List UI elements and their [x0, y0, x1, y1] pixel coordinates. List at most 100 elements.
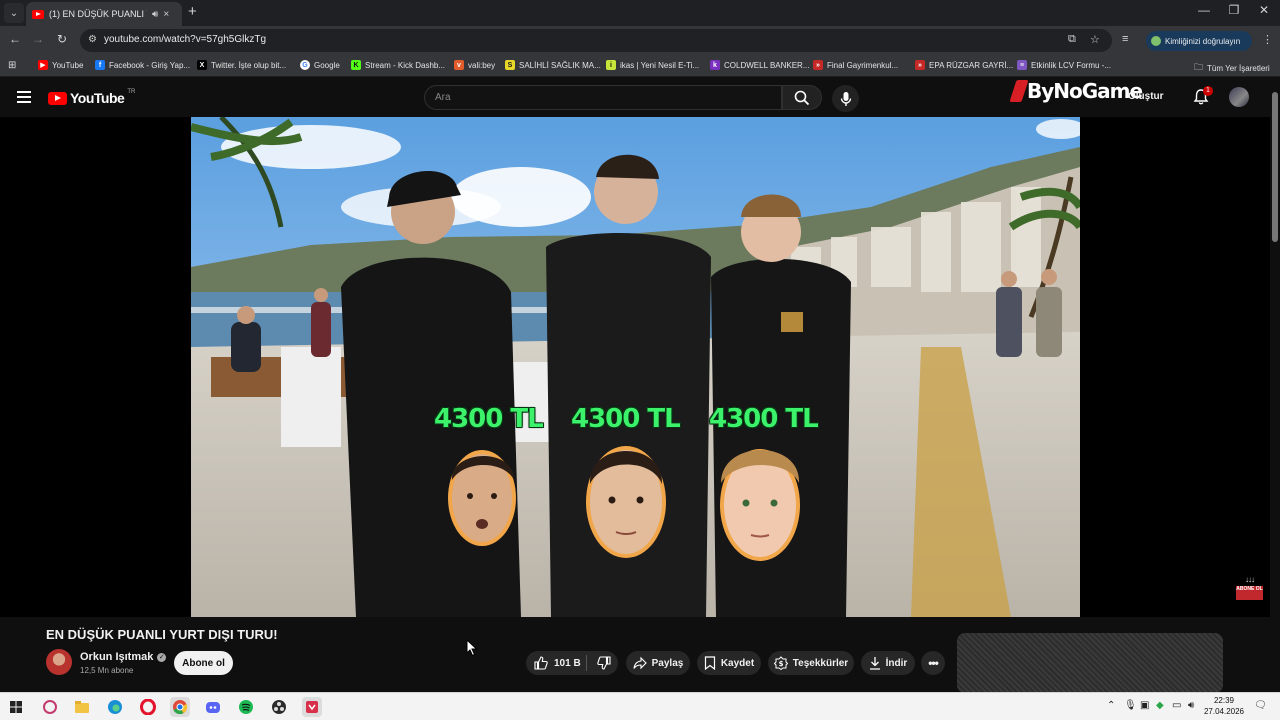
dislike-button[interactable]: [590, 651, 618, 675]
all-bookmarks-folder[interactable]: 🗀 Tüm Yer İşaretleri: [1194, 60, 1270, 76]
clock-date: 27.04.2026: [1203, 707, 1245, 716]
bookmark-favicon-icon: K: [351, 60, 361, 70]
bookmark-item[interactable]: G Google: [300, 60, 340, 70]
address-bar[interactable]: ⚙ youtube.com/watch?v=57gh5GlkzTg ⧉ ☆: [80, 29, 1112, 52]
restore-icon[interactable]: ❐: [1220, 3, 1248, 17]
bookmark-favicon-icon: X: [197, 60, 207, 70]
scrollbar-thumb[interactable]: [1272, 92, 1278, 242]
bookmark-item[interactable]: ≡ Etkinlik LCV Formu -...: [1017, 60, 1111, 70]
profile-icon: [1151, 36, 1161, 46]
address-url[interactable]: youtube.com/watch?v=57gh5GlkzTg: [104, 34, 266, 45]
bookmark-favicon-icon: »: [915, 60, 925, 70]
reload-icon[interactable]: ↻: [53, 32, 71, 46]
like-button[interactable]: 101 B: [534, 656, 581, 670]
volume-tray-icon[interactable]: 🔊︎: [1188, 700, 1194, 711]
bookmark-label: Etkinlik LCV Formu -...: [1031, 60, 1112, 70]
file-explorer-icon[interactable]: [72, 697, 92, 717]
windows-taskbar: ⌃ 🎙︎ ▣ ◆ ▭ 🔊︎ 22:39 27.04.2026 🗨︎: [0, 692, 1280, 720]
browser-menu-icon[interactable]: ⋮: [1262, 33, 1273, 46]
site-info-icon[interactable]: ⚙: [88, 34, 100, 46]
bookmark-item[interactable]: » EPA RÜZGAR GAYRİ...: [915, 60, 1013, 70]
snipping-tool-icon[interactable]: [302, 697, 322, 717]
chrome-browser-icon[interactable]: [170, 697, 190, 717]
security-tray-icon[interactable]: ◆: [1156, 700, 1164, 711]
microphone-icon: [840, 91, 851, 106]
download-label: İndir: [885, 657, 908, 669]
browser-tab-active[interactable]: (1) EN DÜŞÜK PUANLI YURT 🔊︎ ×: [26, 2, 182, 26]
bookmark-item[interactable]: X Twitter. İşte olup bit...: [197, 60, 286, 70]
bookmark-label: SALİHLİ SAĞLIK MA...: [519, 60, 601, 70]
video-frame[interactable]: [191, 117, 1080, 617]
tab-search-icon[interactable]: ⌄: [4, 3, 24, 23]
apps-grid-icon[interactable]: ⊞: [8, 60, 16, 71]
speaker-icon[interactable]: 🔊︎: [152, 9, 158, 20]
install-app-icon[interactable]: ⧉: [1068, 33, 1076, 46]
windows-start-icon[interactable]: [6, 697, 26, 717]
bookmark-item[interactable]: f Facebook - Giriş Yap...: [95, 60, 190, 70]
bynogame-logo-mark: [1009, 80, 1029, 102]
tab-close-icon[interactable]: ×: [163, 9, 169, 20]
voice-search-button[interactable]: [832, 85, 859, 112]
channel-avatar[interactable]: [46, 649, 72, 675]
bookmark-item[interactable]: S SALİHLİ SAĞLIK MA...: [505, 60, 601, 70]
bookmark-item[interactable]: i ikas | Yeni Nesil E-Ti...: [606, 60, 699, 70]
bookmark-favicon-icon: »: [813, 60, 823, 70]
price-label-middle: 4300 TL: [571, 404, 681, 434]
display-tray-icon[interactable]: ▣: [1140, 700, 1149, 711]
bookmark-star-icon[interactable]: ☆: [1090, 33, 1100, 46]
notification-center-icon[interactable]: 🗨︎: [1254, 700, 1267, 711]
network-tray-icon[interactable]: ▭: [1172, 700, 1181, 711]
bookmark-label: YouTube: [52, 60, 84, 70]
search-button[interactable]: [782, 85, 822, 110]
subscribe-button[interactable]: Abone ol: [174, 651, 233, 675]
like-divider: [586, 655, 587, 671]
new-tab-button[interactable]: +: [188, 4, 197, 20]
bookmark-item[interactable]: K Stream - Kick Dashb...: [351, 60, 445, 70]
channel-name[interactable]: Orkun Işıtmak: [80, 651, 153, 663]
download-button[interactable]: İndir: [861, 651, 915, 675]
thumbs-up-icon: [534, 656, 548, 670]
spotify-app-icon[interactable]: [236, 697, 256, 717]
save-button[interactable]: Kaydet: [697, 651, 761, 675]
opera-browser-icon[interactable]: [138, 697, 158, 717]
subscribe-watermark[interactable]: ↓↓↓ ABONE OL: [1236, 576, 1263, 600]
obs-app-icon[interactable]: [269, 697, 289, 717]
profile-verify-pill[interactable]: Kimliğinizi doğrulayın: [1146, 31, 1252, 51]
minimize-icon[interactable]: —: [1190, 3, 1218, 17]
bookmark-item[interactable]: ▶ YouTube: [38, 60, 83, 70]
bookmark-item[interactable]: k COLDWELL BANKER...: [710, 60, 810, 70]
bookmark-label: Final Gayrimenkul...: [827, 60, 899, 70]
edge-browser-icon[interactable]: [105, 697, 125, 717]
thanks-button[interactable]: $ Teşekkürler: [768, 651, 854, 675]
bookmark-label: Stream - Kick Dashb...: [365, 60, 446, 70]
like-count: 101 B: [554, 657, 581, 669]
page-scrollbar[interactable]: [1270, 77, 1280, 692]
bookmark-favicon-icon: i: [606, 60, 616, 70]
copilot-app-icon[interactable]: [40, 697, 60, 717]
account-avatar[interactable]: [1229, 87, 1249, 107]
share-button[interactable]: Paylaş: [626, 651, 690, 675]
system-clock[interactable]: 22:39 27.04.2026: [1200, 695, 1248, 717]
media-controls-icon[interactable]: ≡: [1122, 33, 1128, 45]
youtube-logo[interactable]: YouTube TR: [48, 89, 136, 106]
back-icon[interactable]: ←: [6, 32, 24, 46]
search-input[interactable]: Ara: [424, 85, 782, 110]
youtube-country-code: TR: [127, 89, 136, 95]
bookmark-favicon-icon: v: [454, 60, 464, 70]
microphone-tray-icon[interactable]: 🎙︎: [1124, 700, 1137, 711]
close-window-icon[interactable]: ✕: [1250, 3, 1278, 17]
video-title: EN DÜŞÜK PUANLI YURT DIŞI TURU!: [46, 627, 278, 642]
thanks-label: Teşekkürler: [792, 657, 849, 669]
bookmark-item[interactable]: v vali:bey: [454, 60, 495, 70]
forward-icon[interactable]: →: [29, 32, 47, 46]
recommended-video-thumbnail[interactable]: [957, 633, 1223, 693]
subscriber-count: 12,5 Mn abone: [80, 666, 134, 675]
create-button[interactable]: Oluştur: [1128, 91, 1164, 102]
bookmark-item[interactable]: » Final Gayrimenkul...: [813, 60, 898, 70]
bookmark-label: COLDWELL BANKER...: [724, 60, 810, 70]
hamburger-menu-icon[interactable]: [17, 91, 31, 103]
more-actions-button[interactable]: •••: [921, 651, 945, 675]
tray-overflow-icon[interactable]: ⌃: [1107, 700, 1115, 711]
discord-app-icon[interactable]: [203, 697, 223, 717]
channel-name-row[interactable]: Orkun Işıtmak ✓: [80, 651, 167, 663]
